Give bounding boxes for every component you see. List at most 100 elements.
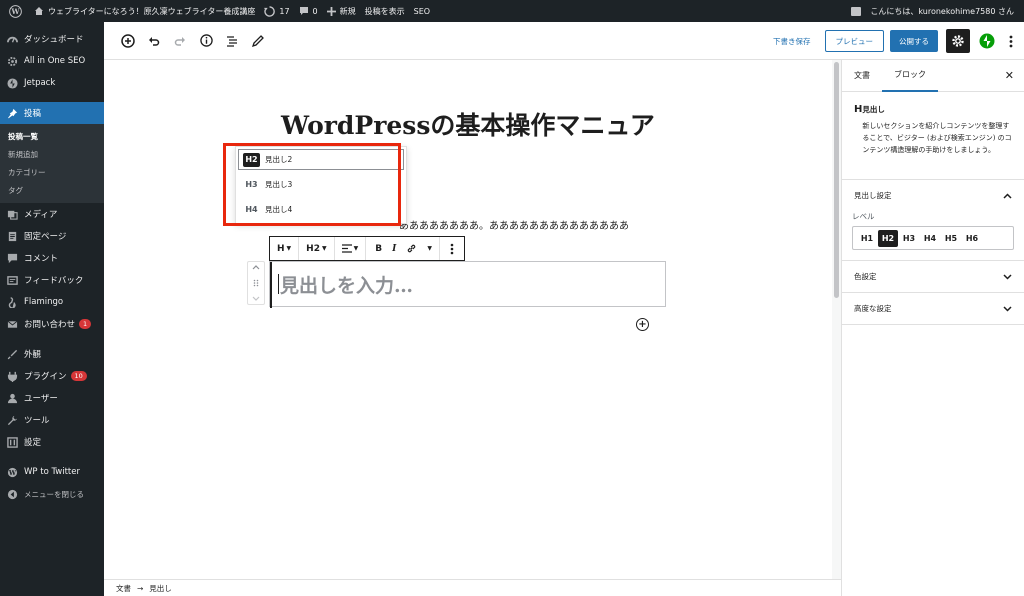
heading-level-label: H2 [306,243,320,254]
more-rich-text-button[interactable]: ▼ [422,237,435,260]
advanced-toggle[interactable]: 高度な設定 [842,293,1024,324]
block-options-button[interactable] [444,237,460,260]
undo-button[interactable] [144,31,164,51]
submenu-tags[interactable]: タグ [0,181,104,199]
mail-icon [6,318,18,330]
save-draft-button[interactable]: 下書き保存 [773,36,811,47]
plus-circle-icon [121,33,135,48]
level-button-h6[interactable]: H6 [962,230,982,247]
preview-button[interactable]: プレビュー [824,30,884,52]
sidebar-item-appearance[interactable]: 外観 [0,343,104,365]
sidebar-item-plugins[interactable]: プラグイン 10 [0,365,104,387]
tab-block[interactable]: ブロック [882,60,938,92]
sidebar-item-flamingo[interactable]: Flamingo [0,291,104,313]
seo-label: SEO [413,6,431,16]
sidebar-item-label: 固定ページ [24,232,67,242]
submenu-add-new[interactable]: 新規追加 [0,145,104,163]
level-button-h2[interactable]: H2 [878,229,898,247]
edit-mode-button[interactable] [248,31,268,51]
wordpress-logo-icon[interactable]: W [4,0,26,22]
account-menu[interactable]: こんにちは、kuronekohime7580 さん [851,0,1014,22]
sidebar-item-pages[interactable]: 固定ページ [0,225,104,247]
block-type-switcher[interactable]: H ▼ [274,237,294,260]
text-cursor [278,274,279,294]
sidebar-item-users[interactable]: ユーザー [0,387,104,409]
close-icon[interactable]: ✕ [1005,69,1014,82]
paragraph-block[interactable]: ああああああああ。ああああああああああああああ [399,217,629,232]
more-options-button[interactable] [1002,29,1020,53]
bold-button[interactable]: B [370,237,387,260]
sidebar-item-tools[interactable]: ツール [0,409,104,431]
twitter-icon: W [6,466,18,478]
level-button-h4[interactable]: H4 [920,230,940,247]
dashboard-icon [6,33,18,45]
italic-button[interactable]: I [387,237,401,260]
media-icon [6,208,18,220]
chevron-down-icon[interactable] [252,296,260,302]
new-content-link[interactable]: 新規 [326,6,356,17]
settings-sidebar: 文書 ブロック ✕ H 見出し 新しいセクションを紹介しコンテンツを整理すること… [841,60,1024,596]
view-post-link[interactable]: 投稿を表示 [365,6,405,17]
sidebar-item-media[interactable]: メディア [0,203,104,225]
block-toolbar: H ▼ H2 ▼ ▼ B I ▼ [269,236,465,261]
seo-link[interactable]: SEO [414,7,430,16]
posts-submenu: 投稿一覧 新規追加 カテゴリー タグ [0,124,104,203]
level-button-h5[interactable]: H5 [941,230,961,247]
level-button-h1[interactable]: H1 [857,230,877,247]
jetpack-logo-icon [979,33,995,49]
annotation-highlight-box [223,143,401,226]
seo-icon [6,55,18,67]
outline-button[interactable] [222,31,242,51]
publish-button[interactable]: 公開する [890,30,938,52]
site-name: ウェブライターになろう！原久凜ウェブライター養成講座 [48,6,256,16]
sidebar-item-settings[interactable]: 設定 [0,431,104,453]
jetpack-button[interactable] [975,29,999,53]
level-toolbar: H1 H2 H3 H4 H5 H6 [852,226,1014,250]
heading-level-dropdown[interactable]: H2 ▼ [303,237,329,260]
caret-down-icon: ▼ [321,245,327,252]
pencil-icon [252,34,264,47]
block-breadcrumb: 文書 → 見出し [104,579,841,596]
svg-text:W: W [7,468,16,476]
submenu-categories[interactable]: カテゴリー [0,163,104,181]
sidebar-item-comments[interactable]: コメント [0,247,104,269]
tab-document[interactable]: 文書 [842,60,882,92]
align-button[interactable]: ▼ [339,237,362,260]
gear-icon [952,35,964,47]
breadcrumb-document[interactable]: 文書 [116,583,131,594]
editor-scrollbar-thumb[interactable] [834,62,839,298]
sidebar-item-jetpack[interactable]: Jetpack [0,72,104,94]
sidebar-item-dashboard[interactable]: ダッシュボード [0,28,104,50]
comments-link[interactable]: 0 [299,6,318,16]
block-inserter-button[interactable]: + [636,318,649,331]
sidebar-item-all-in-one-seo[interactable]: All in One SEO [0,50,104,72]
sidebar-item-wp-to-twitter[interactable]: W WP to Twitter [0,461,104,483]
sidebar-item-collapse[interactable]: メニューを閉じる [0,483,104,505]
sidebar-item-label: ダッシュボード [24,35,84,45]
post-title[interactable]: WordPressの基本操作マニュア [104,106,832,142]
add-block-button[interactable] [118,31,138,51]
sidebar-item-feedback[interactable]: フィードバック [0,269,104,291]
svg-text:W: W [10,7,20,16]
sidebar-item-posts[interactable]: 投稿 [0,102,104,124]
redo-button[interactable] [170,31,190,51]
heading-settings-toggle[interactable]: 見出し設定 [842,180,1024,211]
info-button[interactable] [196,31,216,51]
level-button-h3[interactable]: H3 [899,230,919,247]
breadcrumb-heading[interactable]: 見出し [149,583,172,594]
color-settings-toggle[interactable]: 色設定 [842,261,1024,292]
chevron-up-icon[interactable] [252,264,260,270]
heading-settings-panel: 見出し設定 レベル H1 H2 H3 H4 H5 H6 [842,180,1024,261]
color-settings-panel: 色設定 [842,261,1024,293]
block-description: 新しいセクションを紹介しコンテンツを整理することで、ビジター (および検索エンジ… [862,122,1012,154]
site-name-link[interactable]: ウェブライターになろう！原久凜ウェブライター養成講座 [34,6,255,17]
settings-toggle-button[interactable] [946,29,970,53]
link-button[interactable] [401,237,422,260]
advanced-panel: 高度な設定 [842,293,1024,325]
submenu-all-posts[interactable]: 投稿一覧 [0,127,104,145]
collapse-icon [6,488,18,500]
heading-block[interactable]: 見出しを入力… [269,261,666,308]
sidebar-item-contact[interactable]: お問い合わせ 1 [0,313,104,335]
updates-link[interactable]: 17 [264,5,290,17]
drag-handle-icon[interactable] [253,279,259,287]
